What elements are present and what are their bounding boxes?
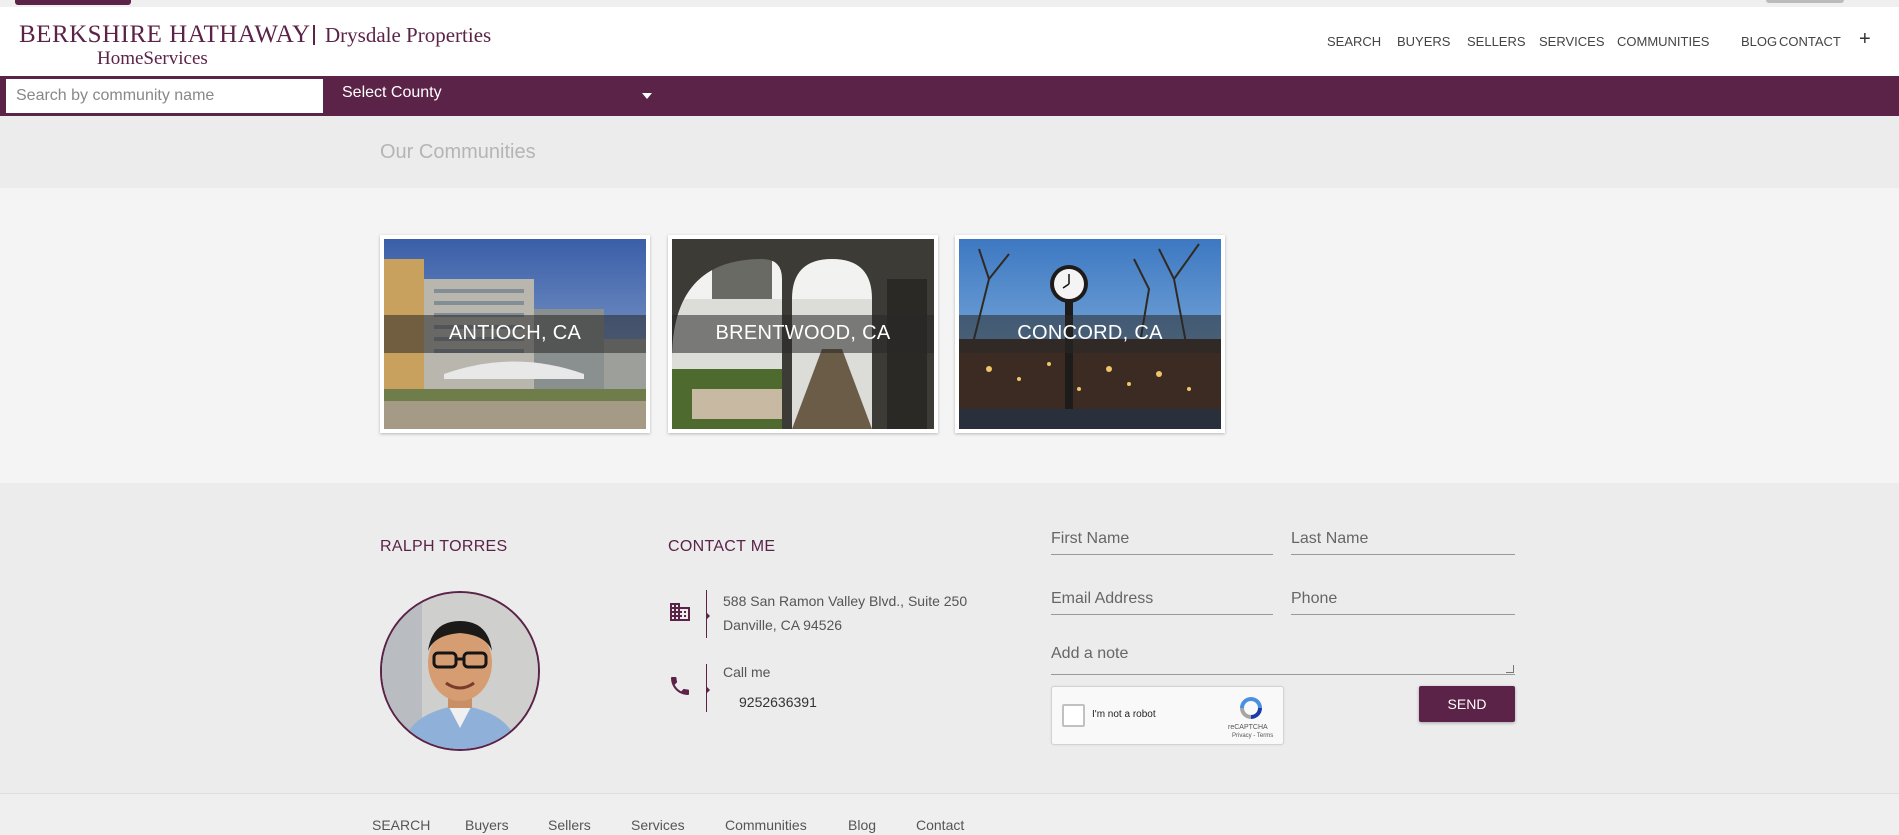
search-bar: Select County: [0, 76, 1899, 116]
send-button[interactable]: SEND: [1419, 686, 1515, 722]
agent-photo: [382, 593, 538, 749]
nav-contact[interactable]: CONTACT: [1779, 34, 1841, 49]
recaptcha-terms[interactable]: Privacy - Terms: [1232, 733, 1273, 739]
agent-name: RALPH TORRES: [380, 538, 508, 555]
logo-line1: BERKSHIRE HATHAWAY: [19, 21, 311, 48]
address-line2: Danville, CA 94526: [723, 617, 843, 633]
footer-nav-buyers[interactable]: Buyers: [465, 817, 509, 833]
contact-title: CONTACT ME: [668, 538, 776, 555]
phone-input[interactable]: [1291, 585, 1515, 613]
recaptcha-checkbox[interactable]: [1062, 704, 1085, 727]
card-label: CONCORD, CA: [1017, 322, 1163, 344]
phone-number[interactable]: 9252636391: [739, 694, 817, 710]
footer-nav-services[interactable]: Services: [631, 817, 685, 833]
agent-avatar: [380, 591, 540, 751]
communities-title-band: Our Communities: [0, 116, 1899, 188]
recaptcha-logo-icon: [1240, 697, 1262, 719]
nav-services[interactable]: SERVICES: [1539, 34, 1605, 49]
nav-communities[interactable]: COMMUNITIES: [1617, 34, 1709, 49]
logo-line2: HomeServices: [97, 48, 208, 69]
note-field: [1051, 645, 1515, 675]
county-select-label: Select County: [342, 84, 442, 101]
top-tab-left[interactable]: [15, 0, 131, 5]
footer-nav-sellers[interactable]: Sellers: [548, 817, 591, 833]
divider-tick: [706, 612, 710, 620]
caret-down-icon: [642, 93, 652, 99]
community-image-brentwood: BRENTWOOD, CA: [672, 239, 934, 429]
card-label: ANTIOCH, CA: [448, 322, 582, 344]
nav-blog[interactable]: BLOG: [1741, 34, 1777, 49]
community-image-antioch: ANTIOCH, CA: [384, 239, 646, 429]
recaptcha-widget: I'm not a robot reCAPTCHA Privacy - Term…: [1051, 686, 1284, 745]
card-label: BRENTWOOD, CA: [715, 322, 891, 344]
email-input[interactable]: [1051, 585, 1273, 613]
footer-nav-blog[interactable]: Blog: [848, 817, 876, 833]
recaptcha-label: I'm not a robot: [1092, 709, 1156, 720]
contact-section: RALPH TORRES CONTACT ME 588 San Ramon Va…: [0, 483, 1899, 793]
community-card-antioch[interactable]: ANTIOCH, CA: [380, 235, 650, 433]
last-name-input[interactable]: [1291, 525, 1515, 553]
call-label: Call me: [723, 664, 771, 680]
phone-field: [1291, 585, 1515, 615]
community-search-input[interactable]: [6, 79, 323, 113]
community-image-concord: CONCORD, CA: [959, 239, 1221, 429]
community-cards: ANTIOCH, CA BRENTWOOD, CA CONCORD, CA: [0, 188, 1899, 483]
first-name-field: [1051, 525, 1273, 555]
community-card-concord[interactable]: CONCORD, CA: [955, 235, 1225, 433]
address-line1: 588 San Ramon Valley Blvd., Suite 250: [723, 593, 968, 609]
building-icon: [670, 603, 690, 621]
nav-search[interactable]: SEARCH: [1327, 34, 1381, 49]
logo-brokerage: Drysdale Properties: [325, 23, 492, 47]
page-title: Our Communities: [380, 141, 536, 163]
nav-buyers[interactable]: BUYERS: [1397, 34, 1450, 49]
site-header: BERKSHIRE HATHAWAY HomeServices Drysdale…: [0, 7, 1899, 76]
email-field: [1051, 585, 1273, 615]
phone-icon: [671, 677, 689, 695]
last-name-field: [1291, 525, 1515, 555]
top-strip: [0, 0, 1899, 7]
note-textarea[interactable]: [1051, 645, 1515, 673]
footer-nav-communities[interactable]: Communities: [725, 817, 807, 833]
divider-tick: [706, 686, 710, 694]
first-name-input[interactable]: [1051, 525, 1273, 553]
community-card-brentwood[interactable]: BRENTWOOD, CA: [668, 235, 938, 433]
logo-separator: [313, 25, 315, 45]
nav-sellers[interactable]: SELLERS: [1467, 34, 1526, 49]
footer-nav: SEARCH Buyers Sellers Services Communiti…: [0, 793, 1899, 835]
county-select[interactable]: Select County: [342, 76, 662, 116]
footer-nav-search[interactable]: SEARCH: [372, 817, 430, 833]
nav-more-plus-icon[interactable]: +: [1859, 28, 1871, 51]
recaptcha-brand: reCAPTCHA: [1228, 724, 1268, 731]
top-tab-right[interactable]: [1766, 0, 1844, 3]
footer-nav-contact[interactable]: Contact: [916, 817, 964, 833]
resize-handle[interactable]: [1506, 665, 1514, 673]
